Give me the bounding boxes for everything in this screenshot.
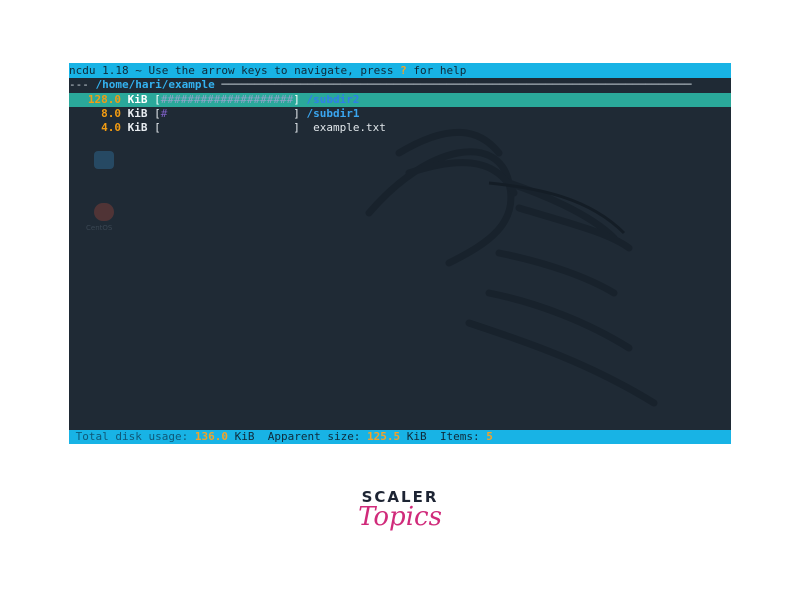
ncdu-header-bar: ncdu 1.18 ~ Use the arrow keys to naviga… xyxy=(69,63,731,78)
item-size: 128.0 xyxy=(87,93,121,106)
item-unit: KiB xyxy=(127,121,148,134)
status-bar: Total disk usage: 136.0 KiB Apparent siz… xyxy=(69,430,731,444)
item-unit: KiB xyxy=(127,93,148,106)
item-name: example.txt xyxy=(313,121,386,134)
total-disk-usage-unit: KiB xyxy=(227,430,268,443)
usage-bar-pad xyxy=(167,107,293,120)
scaler-topics-logo: SCALER Topics xyxy=(340,488,460,550)
list-item-example-txt[interactable]: 4.0 KiB [ ] example.txt xyxy=(69,121,731,135)
usage-bar-close: ] xyxy=(293,107,307,120)
help-key: ? xyxy=(400,64,407,77)
usage-bar-pad xyxy=(161,121,293,134)
header-text: ncdu 1.18 ~ Use the arrow keys to naviga… xyxy=(69,64,401,77)
usage-bar-open: [ xyxy=(147,93,161,106)
item-name: /subdir2 xyxy=(306,93,360,106)
item-unit: KiB xyxy=(127,107,148,120)
terminal-window: CentOS ncdu 1.18 ~ Use the arrow keys to… xyxy=(69,63,731,444)
list-item-subdir1[interactable]: 8.0 KiB [# ] /subdir1 xyxy=(69,107,731,121)
usage-bar-close: ] xyxy=(293,121,314,134)
desktop-icon-label: CentOS xyxy=(86,224,113,232)
total-disk-usage-value: 136.0 xyxy=(194,430,228,443)
item-size: 4.0 xyxy=(101,121,121,134)
geeks-icon[interactable] xyxy=(94,203,114,221)
total-disk-usage-label: Total disk usage: xyxy=(75,430,195,443)
apparent-size-unit: KiB xyxy=(400,430,440,443)
item-name: /subdir1 xyxy=(306,107,360,120)
apparent-size-label: Apparent size: xyxy=(267,430,368,443)
usage-bar-close: ] xyxy=(293,93,307,106)
current-path-bar: --- /home/hari/example ─────────────────… xyxy=(69,78,731,92)
items-count-value: 5 xyxy=(486,430,493,443)
usage-bar-fill: #################### xyxy=(160,93,294,106)
current-path: /home/hari/example xyxy=(95,78,215,91)
header-suffix: for help xyxy=(406,64,467,77)
items-count-label: Items: xyxy=(439,430,487,443)
list-item-subdir2[interactable]: 128.0 KiB [####################] /subdir… xyxy=(69,93,731,107)
home-folder-icon[interactable] xyxy=(94,151,114,169)
logo-topics-text: Topics xyxy=(358,502,442,532)
path-rule: ────────────────────────────────────────… xyxy=(214,78,692,91)
usage-bar-open: [ xyxy=(147,121,161,134)
path-lead: --- xyxy=(69,78,96,91)
usage-bar-open: [ xyxy=(147,107,161,120)
apparent-size-value: 125.5 xyxy=(367,430,401,443)
item-size: 8.0 xyxy=(101,107,121,120)
